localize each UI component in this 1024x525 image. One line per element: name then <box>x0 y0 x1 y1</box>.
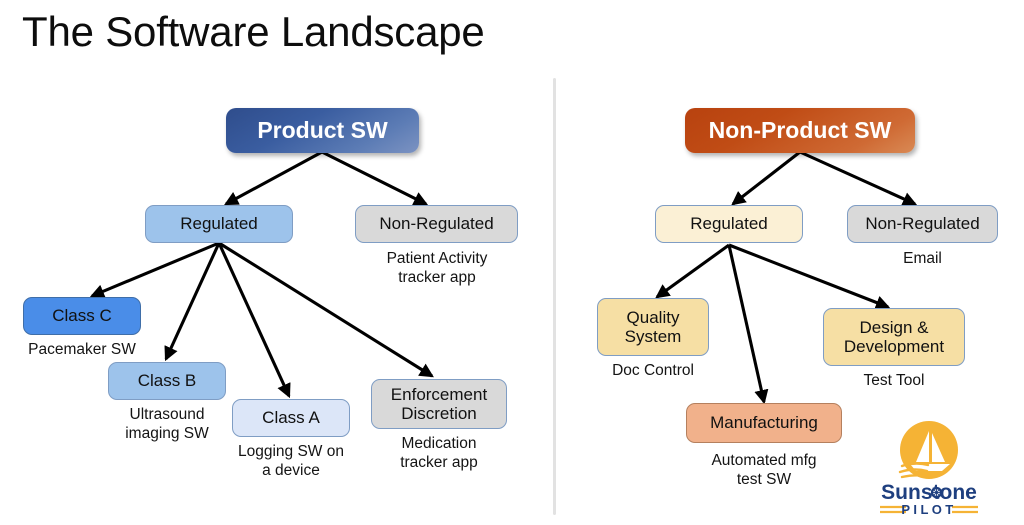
node-class-c[interactable]: Class C <box>23 297 141 335</box>
slide-canvas: The Software Landscape Product SW Regula… <box>0 0 1024 525</box>
node-class-b[interactable]: Class B <box>108 362 226 400</box>
caption-manufacturing: Automated mfg test SW <box>711 452 817 488</box>
caption-class-c: Pacemaker SW <box>28 341 136 358</box>
node-label: Class A <box>262 408 320 428</box>
caption-class-b: Ultrasound imaging SW <box>125 406 209 442</box>
node-product-sw[interactable]: Product SW <box>226 108 419 153</box>
logo-wordmark: Sunstone <box>881 481 977 504</box>
node-label: Regulated <box>690 214 768 234</box>
node-nonproduct-non-regulated[interactable]: Non-Regulated <box>847 205 998 243</box>
node-product-regulated[interactable]: Regulated <box>145 205 293 243</box>
node-class-a[interactable]: Class A <box>232 399 350 437</box>
node-label: Regulated <box>180 214 258 234</box>
page-title: The Software Landscape <box>22 8 485 55</box>
node-quality-system[interactable]: Quality System <box>597 298 709 356</box>
compass-rose-icon <box>930 486 943 499</box>
caption-enforcement-discretion: Medication tracker app <box>400 435 478 471</box>
node-label: Non-Regulated <box>379 214 494 234</box>
node-label: Quality System <box>624 307 682 346</box>
node-nonproduct-regulated[interactable]: Regulated <box>655 205 803 243</box>
caption-design-development: Test Tool <box>863 372 925 389</box>
node-label: Class B <box>137 371 197 391</box>
caption-quality-system: Doc Control <box>612 362 694 379</box>
node-label: Non-Regulated <box>865 214 980 234</box>
caption-product-non-regulated: Patient Activity tracker app <box>386 250 488 286</box>
logo-subtitle: PILOT <box>901 502 956 517</box>
node-manufacturing[interactable]: Manufacturing <box>686 403 842 443</box>
node-label: Product SW <box>257 116 388 143</box>
caption-class-a: Logging SW on a device <box>238 443 344 479</box>
node-product-non-regulated[interactable]: Non-Regulated <box>355 205 518 243</box>
node-label: Class C <box>52 306 112 326</box>
node-label: Manufacturing <box>710 413 818 433</box>
node-enforcement-discretion[interactable]: Enforcement Discretion <box>371 379 507 429</box>
node-label: Design & Development <box>843 317 945 356</box>
node-label: Enforcement Discretion <box>390 384 488 423</box>
node-design-development[interactable]: Design & Development <box>823 308 965 366</box>
node-label: Non-Product SW <box>708 116 892 143</box>
center-divider <box>553 78 556 515</box>
caption-nonproduct-non-regulated: Email <box>903 250 942 267</box>
sunstone-pilot-logo: Sunstone PILOT <box>880 421 978 517</box>
node-non-product-sw[interactable]: Non-Product SW <box>685 108 915 153</box>
